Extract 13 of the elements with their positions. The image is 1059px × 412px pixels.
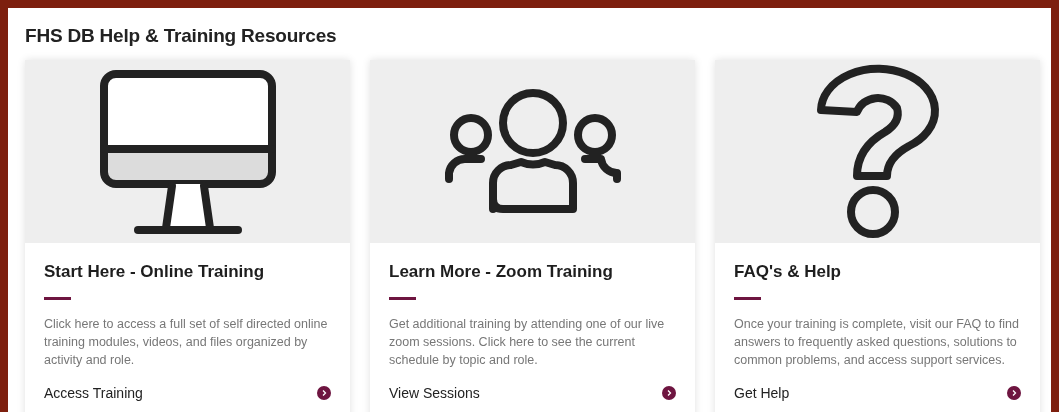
card-link[interactable]: Access Training: [44, 385, 143, 401]
page-title: FHS DB Help & Training Resources: [25, 24, 338, 48]
card-link[interactable]: Get Help: [734, 385, 790, 401]
card-heading: FAQ's & Help: [734, 262, 842, 282]
card-heading: Start Here - Online Training: [44, 262, 266, 282]
card-description: Get additional training by attending one of our live zoom sessions. Click here to see the current schedule by topic and role.: [389, 316, 666, 369]
chevron-right-icon[interactable]: [317, 386, 331, 400]
card-description: Click here to access a full set of self directed online training modules, videos, and files organized by activity and role.: [44, 316, 329, 369]
card-link[interactable]: View Sessions: [389, 385, 480, 401]
card-description: Once your training is complete, visit our FAQ to find answers to frequently asked questions, solutions to common problems, and access support services.: [734, 316, 1020, 369]
card-heading: Learn More - Zoom Training: [389, 262, 614, 282]
chevron-right-icon[interactable]: [662, 386, 676, 400]
chevron-right-icon[interactable]: [1007, 386, 1021, 400]
